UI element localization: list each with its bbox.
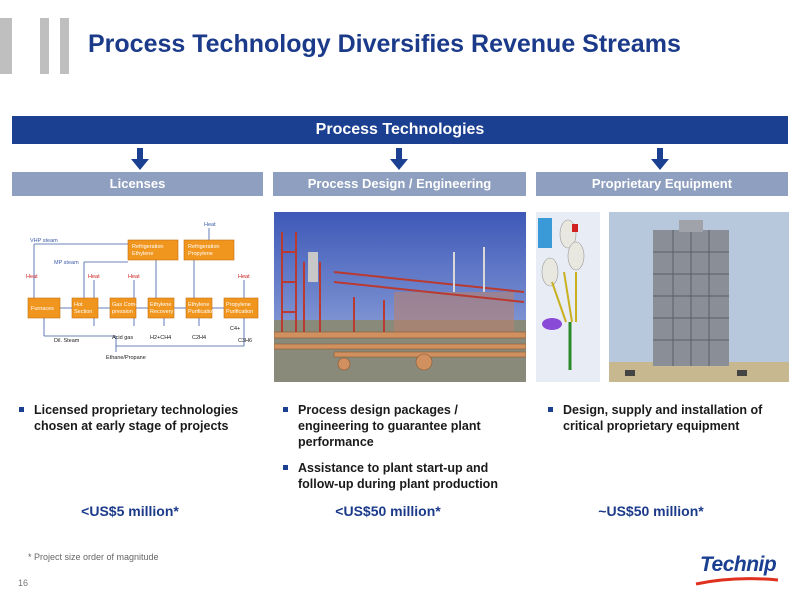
equipment-module-photo: [609, 212, 789, 382]
slide-title: Process Technology Diversifies Revenue S…: [88, 30, 681, 58]
propylene-purification-label-2: Purification: [226, 309, 253, 315]
process-flow-diagram: Refrigeration Ethylene Refrigeration Pro…: [24, 218, 264, 368]
column-header-licenses: Licenses: [12, 172, 263, 196]
logo-text: Technip: [700, 553, 777, 576]
bullet-item: Licensed proprietary technologies chosen…: [16, 402, 256, 434]
column-header-proprietary-equipment: Proprietary Equipment: [536, 172, 788, 196]
decor-bar-3: [60, 18, 69, 74]
acid-gas-label: Acid gas: [112, 335, 133, 341]
ethylene-recovery-label-1: Ethylene: [150, 302, 171, 308]
equipment-revenue: ~US$50 million*: [598, 503, 704, 519]
process-technologies-banner: Process Technologies: [12, 116, 788, 144]
heat-label-4: Heat: [238, 274, 250, 280]
c2h4-label: C2H4: [192, 335, 206, 341]
page-number: 16: [18, 578, 29, 588]
equipment-bullets: Design, supply and installation of criti…: [545, 402, 785, 444]
plant-3d-model-image: [274, 212, 526, 382]
hot-section-label-1: Hot: [74, 302, 83, 308]
gas-compression-label-1: Gas Com-: [112, 302, 137, 308]
footnote: * Project size order of magnitude: [28, 552, 159, 562]
licenses-revenue: <US$5 million*: [81, 503, 179, 519]
equipment-3d-model-image: [536, 212, 600, 382]
gas-compression-label-2: pression: [112, 309, 133, 315]
mp-steam-label: MP steam: [54, 260, 79, 266]
c3h6-label: C3H6: [238, 338, 252, 344]
ref-propylene-label-1: Refrigeration: [188, 244, 220, 250]
bullet-item: Design, supply and installation of criti…: [545, 402, 785, 434]
heat-label-2: Heat: [88, 274, 100, 280]
bullet-item: Process design packages / engineering to…: [280, 402, 520, 450]
column-header-process-design: Process Design / Engineering: [273, 172, 526, 196]
ethylene-purification-label-1: Ethylene: [188, 302, 209, 308]
process-design-bullets: Process design packages / engineering to…: [280, 402, 520, 502]
dil-steam-label: Dil. Steam: [54, 338, 80, 344]
ethylene-recovery-label-2: Recovery: [150, 309, 173, 315]
vhp-steam-label: VHP steam: [30, 238, 58, 244]
ref-ethylene-label-1: Refrigeration: [132, 244, 164, 250]
heat-label-1: Heat: [26, 274, 38, 280]
down-arrow-icon: [131, 148, 149, 170]
feed-label: Ethane/Propane: [106, 355, 146, 361]
down-arrow-icon: [651, 148, 669, 170]
decor-bar-2: [40, 18, 49, 74]
heat-label-3: Heat: [128, 274, 140, 280]
down-arrow-icon: [390, 148, 408, 170]
decor-bar-1: [0, 18, 12, 74]
hot-section-label-2: Section: [74, 309, 92, 315]
furnaces-label: Furnaces: [31, 306, 54, 312]
process-design-revenue: <US$50 million*: [335, 503, 441, 519]
h2-ch4-label: H2+CH4: [150, 335, 171, 341]
ref-ethylene-label-2: Ethylene: [132, 251, 153, 257]
heat-top-label: Heat: [204, 222, 216, 228]
propylene-purification-label-1: Propylene: [226, 302, 251, 308]
ethylene-purification-label-2: Purification: [188, 309, 215, 315]
c4-label: C4+: [230, 326, 240, 332]
licenses-bullets: Licensed proprietary technologies chosen…: [16, 402, 256, 444]
technip-logo: Technip: [694, 548, 782, 588]
ref-propylene-label-2: Propylene: [188, 251, 213, 257]
bullet-item: Assistance to plant start-up and follow-…: [280, 460, 520, 492]
